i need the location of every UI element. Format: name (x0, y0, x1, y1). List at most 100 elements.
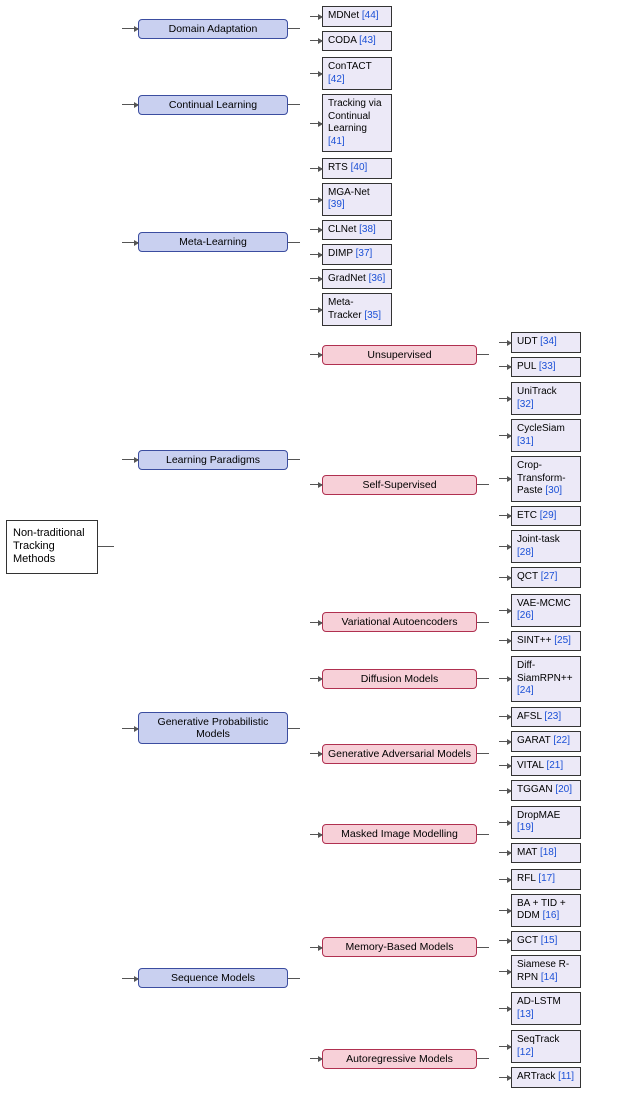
citation-ref[interactable]: [12] (517, 1047, 534, 1058)
connector (288, 28, 300, 29)
citation-ref[interactable]: [34] (540, 336, 557, 347)
category-node: Domain Adaptation (138, 19, 288, 39)
category-node: Learning Paradigms (138, 450, 288, 470)
leaf-column: RFL [17]BA + TID + DDM [16]GCT [15]Siame… (499, 869, 581, 1025)
connector (499, 879, 511, 880)
leaf-label: GradNet (328, 273, 369, 284)
subcategory-row: UnsupervisedUDT [34]PUL [33] (310, 332, 581, 377)
connector (477, 354, 489, 355)
connector (477, 753, 489, 754)
citation-ref[interactable]: [35] (364, 310, 381, 321)
leaf-label: AD-LSTM (517, 996, 561, 1007)
leaf-row: MDNet [44] (310, 6, 392, 27)
leaf-label: VAE-MCMC (517, 598, 571, 609)
subcategory-node: Diffusion Models (322, 669, 477, 689)
connector (499, 398, 511, 399)
citation-ref[interactable]: [28] (517, 547, 534, 558)
leaf-row: RFL [17] (499, 869, 581, 890)
citation-ref[interactable]: [32] (517, 399, 534, 410)
citation-ref[interactable]: [13] (517, 1009, 534, 1020)
category-row: Sequence ModelsMemory-Based ModelsRFL [1… (122, 869, 581, 1088)
citation-ref[interactable]: [44] (362, 10, 379, 21)
leaf-node: MAT [18] (511, 843, 581, 864)
connector (477, 484, 489, 485)
leaf-label: DIMP (328, 248, 356, 259)
leaf-node: Crop-Transform-Paste [30] (511, 456, 581, 502)
leaf-row: CODA [43] (310, 31, 392, 52)
connector (499, 1077, 511, 1078)
connector (499, 515, 511, 516)
subcategory-row: Diffusion Models Diff-SiamRPN++ [24] (310, 656, 581, 702)
leaf-label: ETC (517, 510, 540, 521)
leaf-row: UDT [34] (499, 332, 581, 353)
leaf-row: GCT [15] (499, 931, 581, 952)
citation-ref[interactable]: [17] (538, 873, 555, 884)
leaf-row: DIMP [37] (310, 244, 392, 265)
leaf-row: Crop-Transform-Paste [30] (499, 456, 581, 502)
leaf-label: SINT++ (517, 635, 554, 646)
subcategory-row: Self-SupervisedUniTrack [32]CycleSiam [3… (310, 382, 581, 588)
leaf-label: ARTrack (517, 1071, 558, 1082)
leaf-node: CODA [43] (322, 31, 392, 52)
connector (499, 822, 511, 823)
leaf-label: GCT (517, 935, 541, 946)
citation-ref[interactable]: [23] (544, 711, 561, 722)
citation-ref[interactable]: [38] (359, 224, 376, 235)
leaf-row: ETC [29] (499, 506, 581, 527)
connector (288, 459, 300, 460)
leaf-column: SeqTrack [12]ARTrack [11] (499, 1030, 581, 1088)
citation-ref[interactable]: [15] (541, 935, 558, 946)
citation-ref[interactable]: [29] (540, 510, 557, 521)
leaf-label: MGA-Net (328, 187, 370, 198)
connector (499, 640, 511, 641)
citation-ref[interactable]: [40] (351, 162, 368, 173)
citation-ref[interactable]: [11] (558, 1071, 574, 1082)
citation-ref[interactable]: [16] (543, 910, 560, 921)
citation-ref[interactable]: [41] (328, 136, 345, 147)
citation-ref[interactable]: [14] (541, 972, 558, 983)
citation-ref[interactable]: [24] (517, 685, 534, 696)
leaf-column: UniTrack [32] CycleSiam [31] Crop-Transfor… (499, 382, 581, 588)
leaf-row: QCT [27] (499, 567, 581, 588)
citation-ref[interactable]: [42] (328, 74, 345, 85)
leaf-node: Joint-task [28] (511, 530, 581, 563)
subcategory-column: Memory-Based ModelsRFL [17]BA + TID + DD… (310, 869, 581, 1088)
citation-ref[interactable]: [21] (546, 760, 563, 771)
connector (310, 73, 322, 74)
connector (122, 459, 138, 460)
leaf-node: ARTrack [11] (511, 1067, 581, 1088)
citation-ref[interactable]: [27] (541, 571, 558, 582)
connector (499, 852, 511, 853)
citation-ref[interactable]: [33] (539, 361, 556, 372)
leaf-label: Joint-task (517, 534, 560, 545)
leaf-label: UniTrack (517, 386, 557, 397)
leaf-row: UniTrack [32] (499, 382, 581, 415)
citation-ref[interactable]: [22] (553, 735, 570, 746)
connector (499, 366, 511, 367)
leaf-column: Diff-SiamRPN++ [24] (499, 656, 581, 702)
leaf-node: Meta-Tracker [35] (322, 293, 392, 326)
leaf-node: UDT [34] (511, 332, 581, 353)
leaf-row: Diff-SiamRPN++ [24] (499, 656, 581, 702)
citation-ref[interactable]: [30] (545, 485, 562, 496)
leaf-node: Siamese R-RPN [14] (511, 955, 581, 988)
leaf-node: ConTACT [42] (322, 57, 392, 90)
connector (499, 678, 511, 679)
citation-ref[interactable]: [43] (359, 35, 376, 46)
citation-ref[interactable]: [18] (540, 847, 557, 858)
citation-ref[interactable]: [37] (356, 248, 373, 259)
citation-ref[interactable]: [36] (369, 273, 386, 284)
leaf-column: AFSL [23]GARAT [22]VITAL [21]TGGAN [20] (499, 707, 581, 801)
connector (310, 834, 322, 835)
citation-ref[interactable]: [19] (517, 822, 534, 833)
leaf-label: QCT (517, 571, 541, 582)
citation-ref[interactable]: [39] (328, 199, 345, 210)
subcategory-node: Memory-Based Models (322, 937, 477, 957)
leaf-label: CycleSiam (517, 423, 565, 434)
citation-ref[interactable]: [20] (555, 784, 572, 795)
citation-ref[interactable]: [31] (517, 436, 534, 447)
citation-ref[interactable]: [26] (517, 610, 534, 621)
leaf-row: DropMAE [19] (499, 806, 581, 839)
citation-ref[interactable]: [25] (554, 635, 571, 646)
connector (310, 1058, 322, 1059)
